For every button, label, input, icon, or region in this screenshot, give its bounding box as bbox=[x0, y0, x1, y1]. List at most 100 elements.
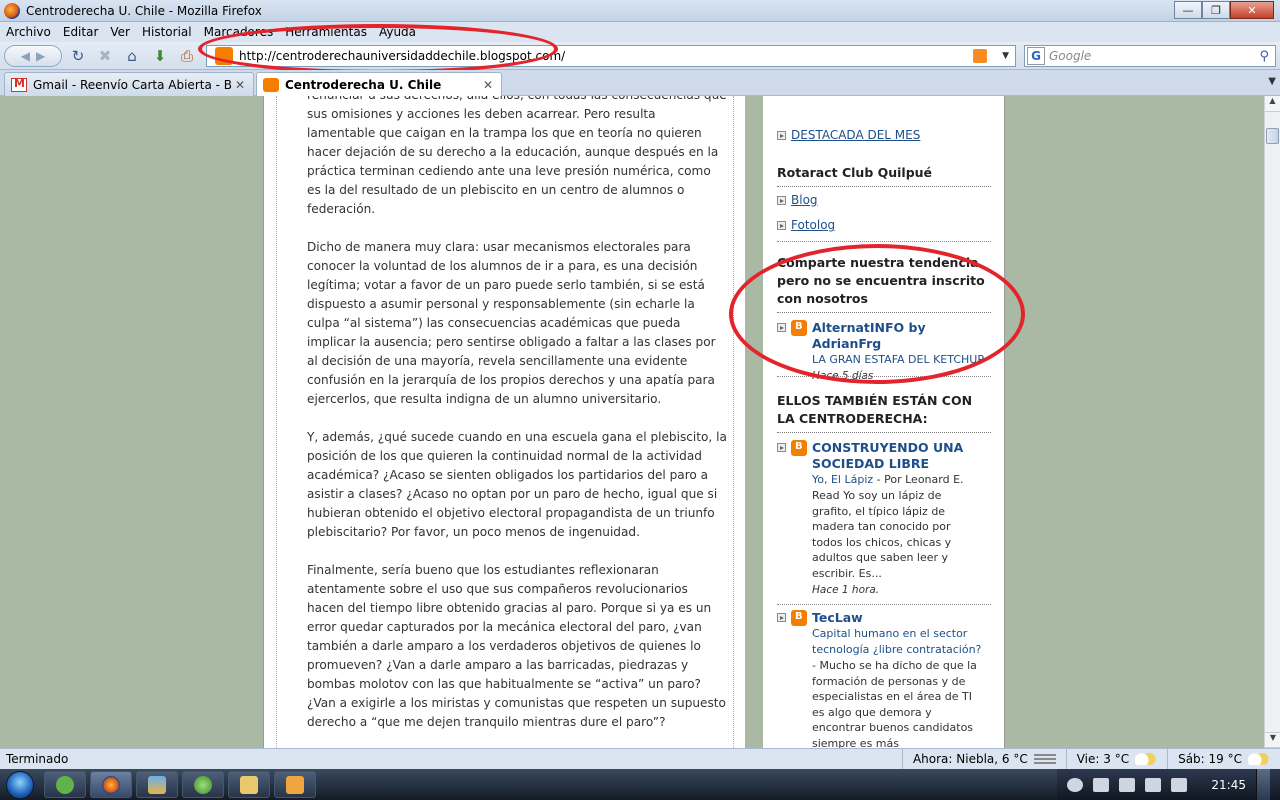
blog-link[interactable]: Blog bbox=[791, 193, 818, 207]
blog-title-link[interactable]: CONSTRUYENDO UNA SOCIEDAD LIBRE bbox=[812, 440, 972, 472]
search-input[interactable]: Google bbox=[1049, 49, 1259, 63]
weather-sat-label: Sáb: 19 °C bbox=[1178, 752, 1242, 766]
page-viewport: renunciar a sus derechos, allá ellos, co… bbox=[0, 96, 1264, 748]
menu-bar: Archivo Editar Ver Historial Marcadores … bbox=[0, 22, 1280, 42]
comparte-heading: Comparte nuestra tendencia pero no se en… bbox=[777, 254, 991, 313]
blog-list-item: TecLaw Capital humano en el sector tecno… bbox=[777, 610, 991, 748]
status-text: Terminado bbox=[6, 752, 69, 766]
post-paragraph: Finalmente, sería bueno que los estudian… bbox=[307, 563, 726, 729]
messenger-icon bbox=[56, 775, 74, 794]
blog-post-time: Hace 1 hora. bbox=[812, 583, 880, 596]
tab-centroderecha[interactable]: Centroderecha U. Chile ✕ bbox=[256, 72, 502, 96]
print-icon[interactable]: ⎙ bbox=[175, 45, 199, 67]
scroll-up-icon[interactable]: ▲ bbox=[1265, 96, 1280, 112]
minimize-button[interactable]: — bbox=[1174, 1, 1202, 19]
close-tab-icon[interactable]: ✕ bbox=[235, 78, 245, 92]
fotolog-link[interactable]: Fotolog bbox=[791, 218, 835, 232]
status-bar: Terminado Ahora: Niebla, 6 °C Vie: 3 °C … bbox=[0, 748, 1280, 770]
window-title: Centroderecha U. Chile - Mozilla Firefox bbox=[26, 3, 262, 18]
blogger-icon bbox=[791, 440, 807, 456]
stop-icon[interactable]: ✖ bbox=[93, 45, 117, 67]
taskbar-messenger[interactable] bbox=[44, 771, 86, 798]
back-forward-buttons[interactable]: ◀ ▶ bbox=[4, 45, 62, 67]
taskbar-media-center[interactable] bbox=[182, 771, 224, 798]
display-icon[interactable] bbox=[1119, 777, 1136, 792]
blog-page: renunciar a sus derechos, allá ellos, co… bbox=[263, 96, 1005, 748]
maximize-button[interactable]: ❐ bbox=[1202, 1, 1230, 19]
weather-now[interactable]: Ahora: Niebla, 6 °C bbox=[901, 748, 1066, 770]
tab-gmail[interactable]: Gmail - Reenvío Carta Abierta - Blo... ✕ bbox=[4, 72, 254, 96]
menu-herramientas[interactable]: Herramientas bbox=[279, 25, 373, 39]
start-button[interactable] bbox=[0, 769, 40, 800]
download-icon[interactable]: ⬇ bbox=[148, 45, 172, 67]
close-tab-icon[interactable]: ✕ bbox=[483, 78, 493, 92]
section-separator bbox=[777, 604, 991, 605]
url-dropdown-icon[interactable]: ▼ bbox=[1002, 51, 1009, 61]
menu-marcadores[interactable]: Marcadores bbox=[198, 25, 280, 39]
menu-editar[interactable]: Editar bbox=[57, 25, 105, 39]
sidebar-item-blog[interactable]: Blog bbox=[777, 193, 818, 207]
show-desktop-button[interactable] bbox=[1256, 769, 1270, 800]
menu-ayuda[interactable]: Ayuda bbox=[373, 25, 422, 39]
gmail-icon bbox=[11, 77, 27, 92]
network-icon[interactable] bbox=[1093, 777, 1110, 792]
url-text[interactable]: http://centroderechauniversidaddechile.b… bbox=[239, 49, 973, 63]
bullet-icon bbox=[777, 613, 786, 622]
blog-post-link[interactable]: Yo, El Lápiz bbox=[812, 473, 873, 486]
bullet-icon bbox=[777, 443, 786, 452]
taskbar-firefox[interactable] bbox=[90, 771, 132, 798]
search-bar[interactable]: G Google ⚲ bbox=[1024, 45, 1276, 67]
blog-list-item: CONSTRUYENDO UNA SOCIEDAD LIBRE Yo, El L… bbox=[777, 440, 991, 598]
tray-icon[interactable] bbox=[1067, 777, 1084, 792]
reload-icon[interactable]: ↻ bbox=[66, 45, 90, 67]
url-bar[interactable]: http://centroderechauniversidaddechile.b… bbox=[206, 45, 1016, 67]
sidebar-item-fotolog[interactable]: Fotolog bbox=[777, 218, 835, 232]
window-controls: — ❐ ✕ bbox=[1174, 1, 1274, 19]
volume-icon[interactable] bbox=[1145, 777, 1162, 792]
destacada-link[interactable]: DESTACADA DEL MES bbox=[791, 128, 920, 142]
windows-taskbar: 21:45 bbox=[0, 769, 1280, 800]
close-window-button[interactable]: ✕ bbox=[1230, 1, 1274, 19]
ellos-heading: ELLOS TAMBIÉN ESTÁN CON LA CENTRODERECHA… bbox=[777, 392, 991, 433]
blog-title-link[interactable]: TecLaw bbox=[812, 610, 984, 626]
taskbar-media-player[interactable] bbox=[274, 771, 316, 798]
sidebar-item-destacada[interactable]: DESTACADA DEL MES bbox=[777, 128, 920, 142]
sidebar: DESTACADA DEL MES Rotaract Club Quilpué … bbox=[775, 96, 995, 748]
media-player-icon bbox=[286, 775, 304, 794]
tab-list-icon[interactable]: ▼ bbox=[1268, 76, 1276, 87]
menu-archivo[interactable]: Archivo bbox=[0, 25, 57, 39]
forward-arrow-icon[interactable]: ▶ bbox=[36, 49, 45, 63]
scroll-down-icon[interactable]: ▼ bbox=[1265, 732, 1280, 748]
rss-feed-icon[interactable] bbox=[973, 49, 987, 63]
search-engine-icon[interactable]: G bbox=[1027, 47, 1045, 65]
weather-fri-label: Vie: 3 °C bbox=[1076, 752, 1130, 766]
taskbar-app[interactable] bbox=[136, 771, 178, 798]
blog-post-link[interactable]: LA GRAN ESTAFA DEL KETCHUP bbox=[812, 352, 991, 368]
bullet-icon bbox=[777, 196, 786, 205]
menu-ver[interactable]: Ver bbox=[104, 25, 136, 39]
post-paragraph: renunciar a sus derechos, allá ellos, co… bbox=[307, 96, 727, 216]
bullet-icon bbox=[777, 221, 786, 230]
search-icon[interactable]: ⚲ bbox=[1259, 49, 1269, 64]
blog-post-link[interactable]: Capital humano en el sector tecnología ¿… bbox=[812, 627, 981, 656]
bullet-icon bbox=[777, 323, 786, 332]
blog-title-link[interactable]: AlternatINFO by AdrianFrg bbox=[812, 320, 991, 352]
section-separator bbox=[777, 241, 991, 242]
weather-saturday[interactable]: Sáb: 19 °C bbox=[1167, 748, 1280, 770]
blogger-icon bbox=[791, 610, 807, 626]
clock[interactable]: 21:45 bbox=[1211, 778, 1246, 792]
firefox-icon bbox=[4, 2, 20, 19]
vertical-scrollbar[interactable]: ▲ ▼ bbox=[1264, 96, 1280, 748]
navigation-toolbar: ◀ ▶ ↻ ✖ ⌂ ⬇ ⎙ http://centroderechauniver… bbox=[0, 42, 1280, 70]
title-bar: Centroderecha U. Chile - Mozilla Firefox… bbox=[0, 0, 1280, 22]
home-icon[interactable]: ⌂ bbox=[120, 45, 144, 67]
menu-historial[interactable]: Historial bbox=[136, 25, 198, 39]
back-arrow-icon[interactable]: ◀ bbox=[21, 49, 30, 63]
power-icon[interactable] bbox=[1171, 777, 1188, 792]
scroll-thumb[interactable] bbox=[1266, 128, 1279, 144]
column-divider bbox=[745, 96, 763, 748]
weather-friday[interactable]: Vie: 3 °C bbox=[1065, 748, 1167, 770]
taskbar-explorer[interactable] bbox=[228, 771, 270, 798]
blogger-icon bbox=[791, 320, 807, 336]
tab-bar: Gmail - Reenvío Carta Abierta - Blo... ✕… bbox=[0, 70, 1280, 96]
